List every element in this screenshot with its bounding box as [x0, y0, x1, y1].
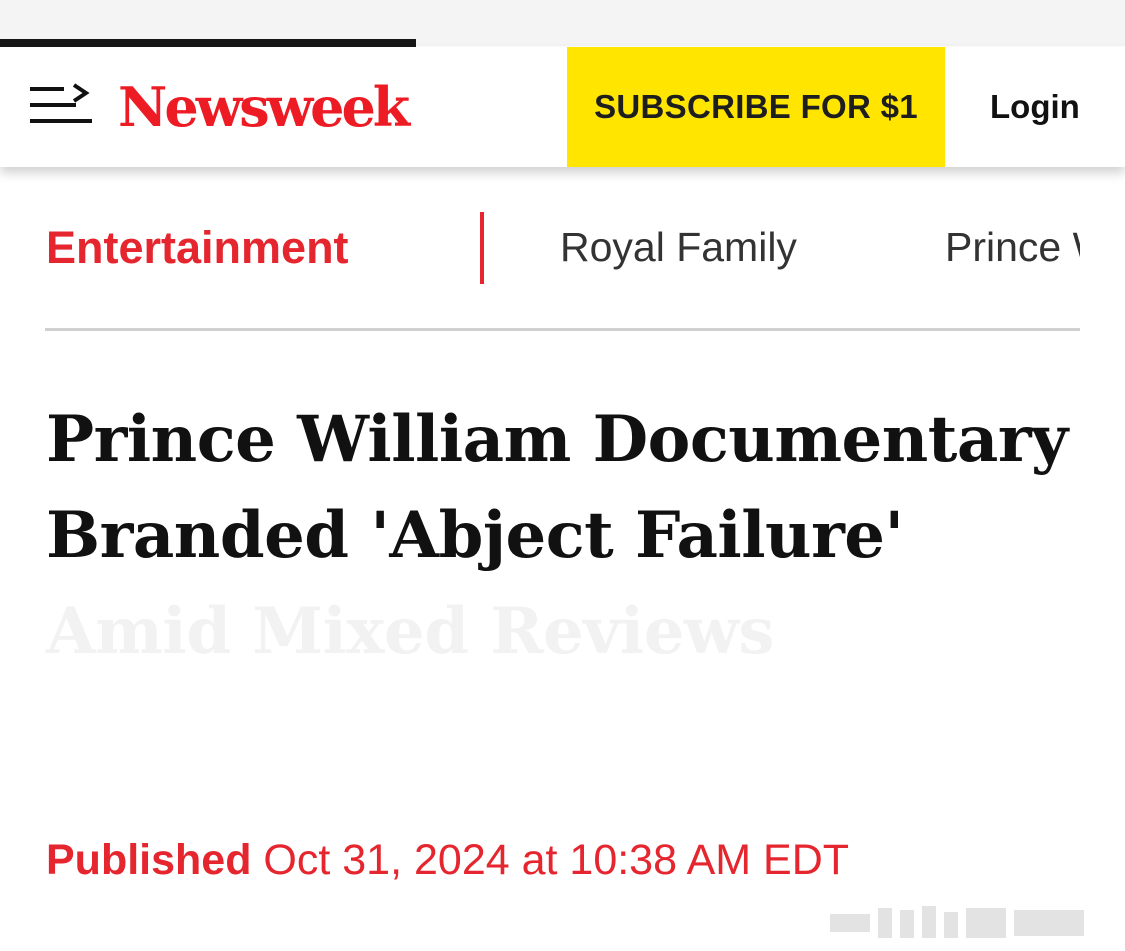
newsweek-logo[interactable]: Newsweek	[118, 71, 410, 143]
subnav-clip: Entertainment Royal Family Prince Willia…	[0, 167, 1080, 331]
published-label: Published	[46, 836, 252, 884]
headline-visible-text: Prince William Documentary Branded 'Abje…	[46, 402, 1068, 573]
login-link[interactable]: Login	[990, 85, 1080, 129]
published-date: Oct 31, 2024 at 10:38 AM EDT	[263, 836, 850, 884]
site-header: Newsweek SUBSCRIBE FOR $1 Login	[0, 47, 1125, 167]
section-subnav: Entertainment Royal Family Prince Willia…	[0, 167, 1125, 331]
menu-arrow-icon	[30, 83, 92, 123]
subnav-item-royal-family[interactable]: Royal Family	[560, 223, 797, 271]
headline-faded-text: Amid Mixed Reviews	[46, 594, 775, 669]
subnav-divider	[480, 212, 484, 284]
article-headline: Prince William Documentary Branded 'Abje…	[46, 392, 1086, 680]
published-line: Published Oct 31, 2024 at 10:38 AM EDT	[46, 834, 849, 886]
reading-progress-fill	[0, 39, 417, 47]
subnav-item-prince-william[interactable]: Prince William	[945, 223, 1080, 271]
watermark-logo	[830, 906, 1084, 938]
menu-button[interactable]	[28, 83, 94, 129]
section-divider	[45, 328, 1080, 331]
reading-progress-bar	[0, 39, 1125, 47]
page: Newsweek SUBSCRIBE FOR $1 Login Entertai…	[0, 0, 1125, 951]
subnav-item-entertainment[interactable]: Entertainment	[46, 222, 349, 274]
subscribe-button[interactable]: SUBSCRIBE FOR $1	[567, 47, 945, 167]
